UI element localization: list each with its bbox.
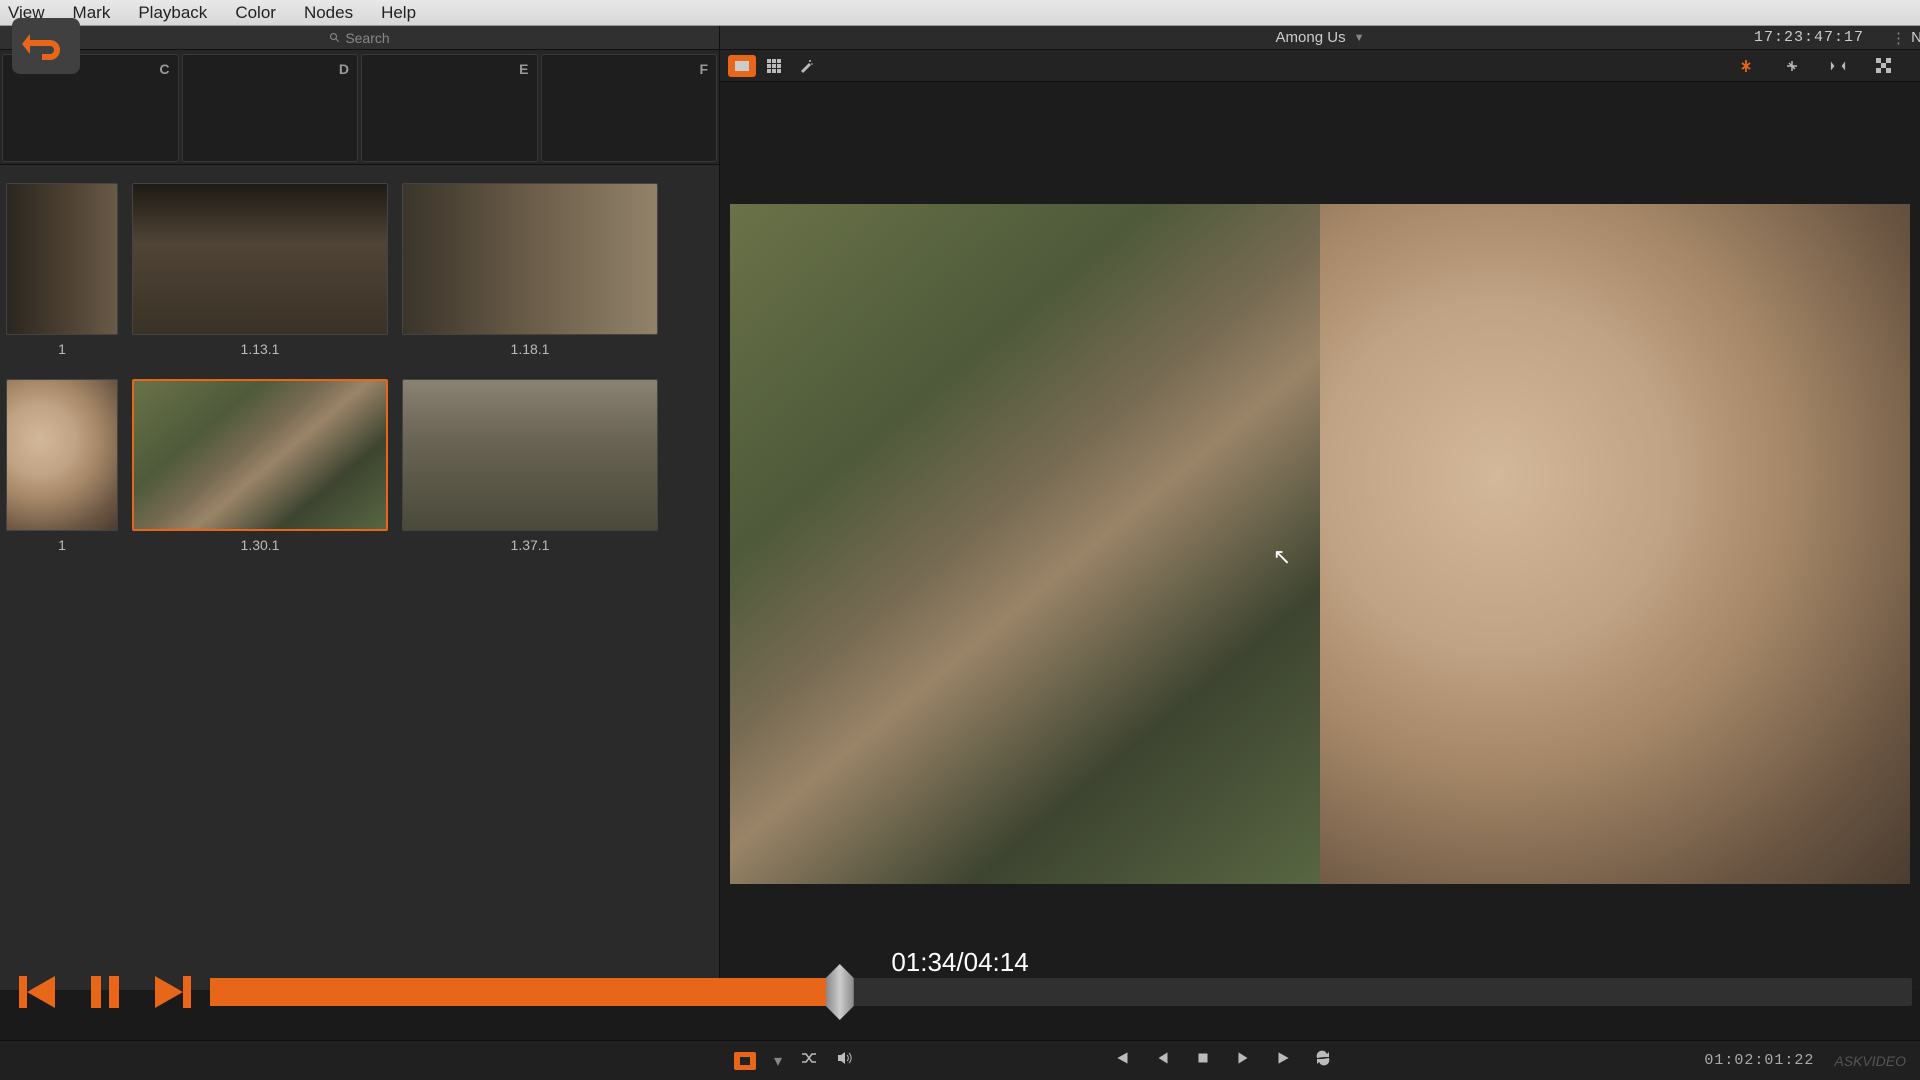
- viewer-header: Among Us ▼ 17:23:47:17 ⋮ N: [720, 26, 1920, 50]
- playback-time: 01:34/04:14: [891, 947, 1028, 978]
- clip-thumbnail: [402, 379, 658, 531]
- clip-thumbnail: [402, 183, 658, 335]
- kebab-menu-icon[interactable]: ⋮: [1891, 29, 1906, 47]
- clip-thumbnail: [6, 183, 118, 335]
- grid-view-button[interactable]: [760, 55, 788, 77]
- search-bar[interactable]: Search: [0, 26, 719, 50]
- bin-f[interactable]: F: [541, 54, 718, 162]
- clip-item[interactable]: 1: [6, 183, 118, 357]
- mark-in-out-button[interactable]: [1824, 55, 1852, 77]
- progress-bar[interactable]: [210, 978, 1912, 1006]
- next-track-button[interactable]: [140, 962, 210, 1022]
- loop-button[interactable]: [1314, 1049, 1332, 1072]
- undo-icon: [22, 26, 70, 66]
- volume-button[interactable]: [836, 1049, 854, 1072]
- play-button[interactable]: [1234, 1049, 1252, 1072]
- clip-item[interactable]: 1.13.1: [132, 183, 388, 357]
- viewer-timecode: 17:23:47:17: [1754, 29, 1864, 46]
- pause-button[interactable]: [70, 962, 140, 1022]
- chevron-down-icon[interactable]: ▼: [1354, 32, 1365, 44]
- go-to-end-button[interactable]: [1274, 1049, 1292, 1072]
- search-icon: [329, 32, 341, 44]
- clip-thumbnail: [132, 183, 388, 335]
- menu-playback[interactable]: Playback: [138, 3, 207, 23]
- magic-wand-button[interactable]: [792, 55, 820, 77]
- cursor-icon: ↖: [1273, 544, 1291, 570]
- menu-color[interactable]: Color: [235, 3, 276, 23]
- undo-button[interactable]: [12, 18, 80, 74]
- clip-item-selected[interactable]: 1.30.1: [132, 379, 388, 553]
- menu-mark[interactable]: Mark: [73, 3, 111, 23]
- media-pool-panel: Search C D E F 1 1.13.1 1.18.1 1 1.30.1 …: [0, 26, 720, 990]
- viewer-body[interactable]: ↖: [720, 82, 1920, 990]
- clip-item[interactable]: 1: [6, 379, 118, 553]
- split-compare-button[interactable]: [1732, 55, 1760, 77]
- go-to-start-button[interactable]: [1114, 1049, 1132, 1072]
- viewer-toolbar: [720, 50, 1920, 82]
- prev-track-button[interactable]: [0, 962, 70, 1022]
- viewer-right-half: [1320, 204, 1910, 884]
- menu-nodes[interactable]: Nodes: [304, 3, 353, 23]
- clip-item[interactable]: 1.37.1: [402, 379, 658, 553]
- next-label: N: [1911, 29, 1920, 46]
- wipe-button[interactable]: [1778, 55, 1806, 77]
- clip-thumbnail: [6, 379, 118, 531]
- watermark: ASKVIDEO: [1834, 1053, 1906, 1069]
- bottom-timecode: 01:02:01:22: [1704, 1052, 1814, 1069]
- clip-item[interactable]: 1.18.1: [402, 183, 658, 357]
- bin-e[interactable]: E: [361, 54, 538, 162]
- menu-help[interactable]: Help: [381, 3, 416, 23]
- clips-area: 1 1.13.1 1.18.1 1 1.30.1 1.37.1: [0, 165, 719, 990]
- viewer-left-half: [730, 204, 1320, 884]
- single-view-button[interactable]: [728, 55, 756, 77]
- search-placeholder: Search: [345, 30, 389, 46]
- progress-knob[interactable]: [826, 964, 854, 1020]
- menubar: View Mark Playback Color Nodes Help: [0, 0, 1920, 26]
- thumbnail-mode-button[interactable]: [734, 1052, 756, 1070]
- progress-fill: [210, 978, 840, 1006]
- checker-button[interactable]: [1870, 55, 1898, 77]
- step-back-button[interactable]: [1154, 1049, 1172, 1072]
- viewer-panel: Among Us ▼ 17:23:47:17 ⋮ N: [720, 26, 1920, 990]
- stop-button[interactable]: [1194, 1049, 1212, 1072]
- bins-row: C D E F: [0, 50, 719, 165]
- clip-thumbnail: [132, 379, 388, 531]
- viewer-image: ↖: [730, 204, 1910, 884]
- viewer-title: Among Us: [1276, 29, 1346, 46]
- transport-controls: [1114, 1049, 1332, 1072]
- chevron-down-icon[interactable]: ▾: [774, 1051, 782, 1071]
- shuffle-button[interactable]: [800, 1049, 818, 1072]
- bin-d[interactable]: D: [182, 54, 359, 162]
- bottom-bar: ▾ 01:02:01:22 ASKVIDEO: [0, 1040, 1920, 1080]
